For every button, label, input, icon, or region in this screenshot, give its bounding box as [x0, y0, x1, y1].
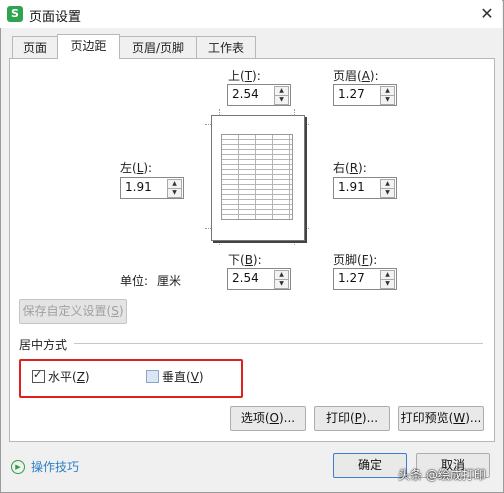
- left-margin-value[interactable]: 1.91: [125, 180, 152, 194]
- vertical-center-label[interactable]: 垂直(V): [162, 368, 204, 385]
- tab-header-footer[interactable]: 页眉/页脚: [119, 36, 197, 59]
- top-margin-value[interactable]: 2.54: [232, 87, 259, 101]
- save-custom-settings-button[interactable]: 保存自定义设置(S): [19, 299, 127, 324]
- wps-app-icon: S: [7, 6, 23, 22]
- spin-down-icon[interactable]: ▼: [274, 279, 289, 289]
- vertical-center-checkbox[interactable]: [146, 370, 159, 383]
- left-margin-label: 左(L):: [120, 161, 153, 175]
- window-title: 页面设置: [29, 10, 82, 25]
- right-margin-value[interactable]: 1.91: [338, 180, 365, 194]
- close-icon[interactable]: ✕: [476, 3, 498, 25]
- ok-button[interactable]: 确定: [333, 453, 407, 478]
- tips-link[interactable]: 操作技巧: [31, 458, 79, 475]
- top-margin-spinner[interactable]: 2.54 ▲ ▼: [227, 84, 291, 106]
- spin-down-icon[interactable]: ▼: [167, 188, 182, 198]
- tab-sheet[interactable]: 工作表: [196, 36, 256, 59]
- header-margin-value[interactable]: 1.27: [338, 87, 365, 101]
- tab-page[interactable]: 页面: [12, 36, 58, 59]
- top-margin-label: 上(T):: [228, 69, 261, 83]
- print-button[interactable]: 打印(P)...: [314, 406, 390, 431]
- center-on-page-heading: 居中方式: [19, 338, 68, 352]
- footer-margin-spinner[interactable]: 1.27 ▲ ▼: [333, 268, 397, 290]
- bottom-margin-label: 下(B):: [228, 253, 262, 267]
- footer-margin-label: 页脚(F):: [333, 253, 378, 267]
- spin-down-icon[interactable]: ▼: [380, 279, 395, 289]
- spin-down-icon[interactable]: ▼: [274, 95, 289, 105]
- spin-down-icon[interactable]: ▼: [380, 95, 395, 105]
- unit-value: 厘米: [157, 274, 182, 288]
- bottom-margin-spinner[interactable]: 2.54 ▲ ▼: [227, 268, 291, 290]
- left-margin-spinner[interactable]: 1.91 ▲ ▼: [120, 177, 184, 199]
- print-preview-button[interactable]: 打印预览(W)...: [398, 406, 484, 431]
- options-button[interactable]: 选项(O)...: [230, 406, 306, 431]
- bottom-margin-value[interactable]: 2.54: [232, 271, 259, 285]
- unit-label: 单位:: [120, 274, 149, 288]
- right-margin-label: 右(R):: [333, 161, 367, 175]
- spin-down-icon[interactable]: ▼: [380, 188, 395, 198]
- horizontal-center-checkbox[interactable]: [32, 368, 45, 383]
- preview-grid: [221, 134, 293, 220]
- header-margin-spinner[interactable]: 1.27 ▲ ▼: [333, 84, 397, 106]
- tab-margins[interactable]: 页边距: [57, 34, 120, 59]
- section-divider: [74, 343, 483, 344]
- header-margin-label: 页眉(A):: [333, 69, 379, 83]
- watermark-text: 头条 @绘成打印: [398, 468, 486, 482]
- play-icon[interactable]: ▶: [11, 460, 25, 474]
- footer-margin-value[interactable]: 1.27: [338, 271, 365, 285]
- horizontal-center-label[interactable]: 水平(Z): [48, 368, 90, 385]
- right-margin-spinner[interactable]: 1.91 ▲ ▼: [333, 177, 397, 199]
